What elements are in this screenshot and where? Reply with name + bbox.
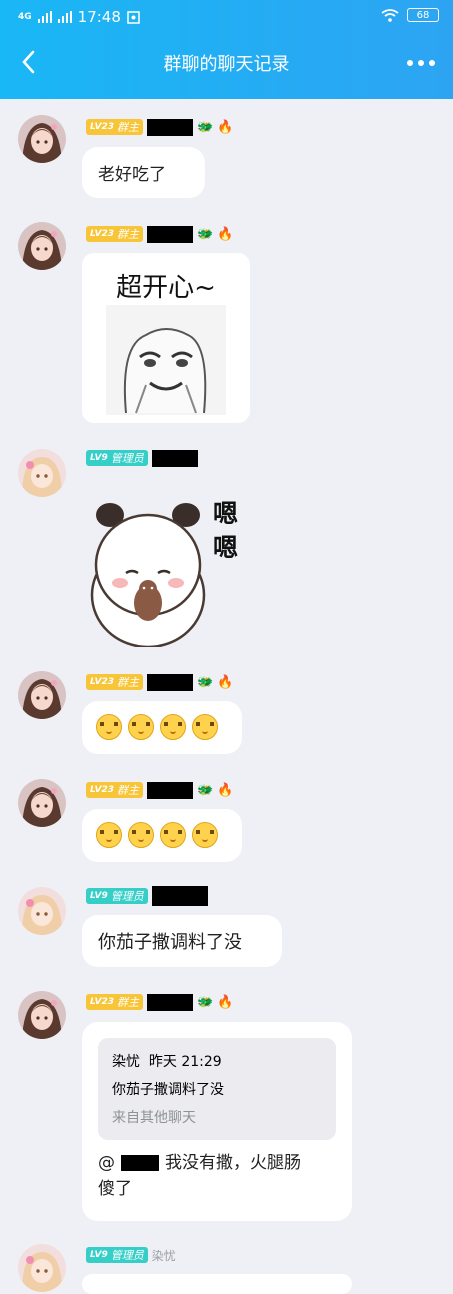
message-bubble[interactable] bbox=[82, 701, 242, 754]
emoji-icon bbox=[192, 822, 218, 848]
message-bubble[interactable]: 老好吃了 bbox=[82, 147, 205, 198]
network-label: 4G bbox=[18, 12, 32, 22]
avatar[interactable] bbox=[18, 671, 66, 719]
sticker-caption: 超开心~ bbox=[116, 273, 216, 303]
level-badge: LV23 群主 bbox=[86, 674, 143, 690]
sender-name: 染忧 bbox=[151, 1248, 176, 1263]
emoji-icon bbox=[128, 714, 154, 740]
message-bubble[interactable] bbox=[82, 809, 242, 862]
reply-line-1: 我没有撒，火腿肠 bbox=[165, 1153, 301, 1173]
emoji-row bbox=[96, 822, 224, 852]
level-badge: LV9 管理员 bbox=[86, 450, 148, 466]
emoji-icon bbox=[96, 822, 122, 848]
level-badge: LV23 群主 bbox=[86, 119, 143, 135]
level-badge: LV23 群主 bbox=[86, 782, 143, 798]
redacted-name bbox=[147, 118, 193, 136]
emoji-icon bbox=[128, 822, 154, 848]
signal-icon bbox=[37, 11, 52, 23]
redacted-name bbox=[147, 781, 193, 799]
avatar[interactable] bbox=[18, 222, 66, 270]
avatar[interactable] bbox=[18, 887, 66, 935]
more-dot-icon bbox=[429, 60, 435, 66]
emoji-icon bbox=[96, 714, 122, 740]
more-dot-icon bbox=[407, 60, 413, 66]
battery-icon: 68 bbox=[407, 8, 439, 22]
more-dot-icon bbox=[418, 60, 424, 66]
meme-face-icon bbox=[106, 305, 226, 415]
fire-icon: 🔥 bbox=[217, 782, 234, 798]
dragon-icon: 🐲 bbox=[197, 674, 214, 690]
status-bar: 4G 17:48 68 bbox=[0, 8, 453, 28]
dragon-icon: 🐲 bbox=[197, 119, 214, 135]
page-title: 群聊的聊天记录 bbox=[163, 54, 290, 75]
avatar[interactable] bbox=[18, 779, 66, 827]
quoted-message[interactable]: 染忧 昨天 21:29 你茄子撒调料了没 来自其他聊天 bbox=[98, 1038, 336, 1140]
redacted-name bbox=[147, 673, 193, 691]
sticker-image[interactable]: 嗯嗯 bbox=[88, 495, 253, 649]
fire-icon: 🔥 bbox=[217, 226, 234, 242]
quote-header: 染忧 昨天 21:29 bbox=[112, 1048, 322, 1076]
dragon-icon: 🐲 bbox=[197, 226, 214, 242]
avatar[interactable] bbox=[18, 991, 66, 1039]
emoji-icon bbox=[192, 714, 218, 740]
level-badge: LV23 群主 bbox=[86, 994, 143, 1010]
fire-icon: 🔥 bbox=[217, 674, 234, 690]
avatar[interactable] bbox=[18, 115, 66, 163]
dragon-icon: 🐲 bbox=[197, 994, 214, 1010]
avatar[interactable] bbox=[18, 1244, 66, 1292]
app-notification-icon bbox=[127, 10, 140, 24]
quote-text: 你茄子撒调料了没 bbox=[112, 1082, 224, 1098]
level-badge: LV9 管理员 bbox=[86, 888, 148, 904]
status-time: 17:48 bbox=[77, 8, 121, 26]
fire-icon: 🔥 bbox=[217, 994, 234, 1010]
avatar[interactable] bbox=[18, 449, 66, 497]
message-bubble[interactable] bbox=[82, 1274, 352, 1294]
message-text: 你茄子撒调料了没 bbox=[98, 932, 242, 953]
title-bar: 4G 17:48 68 群聊的聊天记录 bbox=[0, 0, 453, 99]
mention-symbol: @ bbox=[98, 1153, 115, 1173]
redacted-mention bbox=[121, 1155, 159, 1171]
message-bubble[interactable]: 染忧 昨天 21:29 你茄子撒调料了没 来自其他聊天 @ 我没有撒，火腿肠 傻了 bbox=[82, 1022, 352, 1221]
reply-line-2: 傻了 bbox=[98, 1179, 132, 1199]
quote-author: 染忧 bbox=[112, 1054, 140, 1070]
emoji-row bbox=[96, 714, 224, 744]
redacted-name bbox=[151, 449, 198, 467]
quote-time: 昨天 21:29 bbox=[148, 1054, 222, 1070]
more-button[interactable] bbox=[407, 60, 435, 66]
reply-text: @ 我没有撒，火腿肠 傻了 bbox=[98, 1150, 301, 1202]
nav-bar: 群聊的聊天记录 bbox=[0, 44, 453, 80]
redacted-name bbox=[147, 993, 193, 1011]
message-bubble[interactable]: 你茄子撒调料了没 bbox=[82, 915, 282, 967]
dragon-icon: 🐲 bbox=[197, 782, 214, 798]
signal-icon-2 bbox=[57, 11, 72, 23]
emoji-icon bbox=[160, 822, 186, 848]
battery-level: 68 bbox=[416, 9, 430, 21]
quote-source: 来自其他聊天 bbox=[112, 1110, 196, 1126]
sticker-caption: 嗯嗯 bbox=[213, 499, 239, 562]
level-badge: LV9 管理员 bbox=[86, 1247, 148, 1263]
level-badge: LV23 群主 bbox=[86, 226, 143, 242]
panda-sticker-icon bbox=[90, 503, 206, 649]
fire-icon: 🔥 bbox=[217, 119, 234, 135]
wifi-icon bbox=[381, 8, 399, 22]
redacted-name bbox=[147, 225, 193, 243]
message-text: 老好吃了 bbox=[98, 165, 166, 185]
sticker-image[interactable]: 超开心~ bbox=[82, 253, 250, 423]
emoji-icon bbox=[160, 714, 186, 740]
redacted-name bbox=[151, 886, 208, 906]
